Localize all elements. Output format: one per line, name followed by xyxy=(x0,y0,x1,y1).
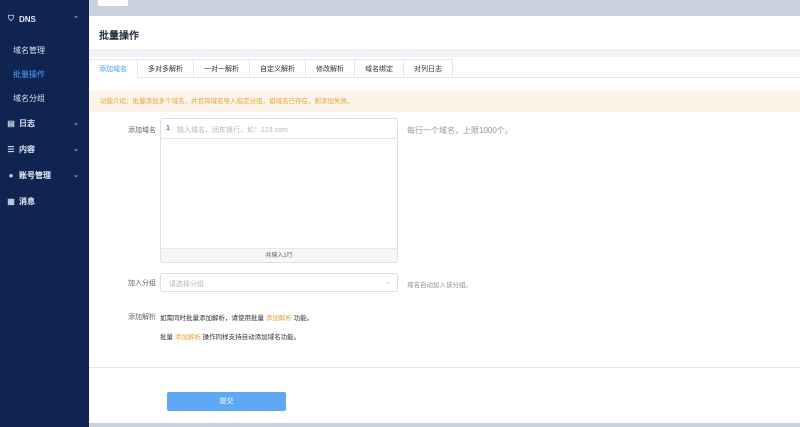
tab-bar: 添加域名 多对多解析 一对一解析 自定义解析 修改解析 域名绑定 对列日志 xyxy=(89,59,800,78)
domain-limit-hint: 每行一个域名，上限1000个。 xyxy=(407,126,513,135)
sidebar-item-domain-manage[interactable]: 域名管理 xyxy=(0,38,89,62)
list-icon: ☰ xyxy=(7,144,15,154)
submit-button[interactable]: 提交 xyxy=(167,392,286,411)
sidebar-group-message[interactable]: ▦ 消息 xyxy=(0,188,89,214)
sidebar-group-label: 消息 xyxy=(19,196,35,206)
bottom-strip xyxy=(89,423,800,427)
chevron-down-icon: ⌄ xyxy=(73,172,79,179)
chevron-down-icon: ⌄ xyxy=(385,279,391,286)
top-tab-stub xyxy=(98,0,128,6)
domain-textarea[interactable]: 1 输入域名，回车换行，如：123.com 共输入1行 xyxy=(160,118,398,263)
chevron-down-icon: ⌄ xyxy=(73,120,79,127)
group-select[interactable]: 请选择分组 ⌄ xyxy=(160,273,398,292)
main-panel: 批量操作 添加域名 多对多解析 一对一解析 自定义解析 修改解析 域名绑定 对列… xyxy=(89,16,800,427)
message-icon: ▦ xyxy=(7,196,15,206)
line-count: 共输入1行 xyxy=(161,248,397,262)
sidebar-group-label: DNS xyxy=(19,14,36,24)
sidebar-group-label: 账号管理 xyxy=(19,170,51,180)
add-resolve-link[interactable]: 添加解析 xyxy=(175,334,201,341)
info-text: 操作同样支持自动添加域名功能。 xyxy=(202,334,301,341)
add-resolve-label: 添加解析 xyxy=(128,314,156,321)
user-icon: ● xyxy=(8,170,14,180)
sidebar-group-label: 日志 xyxy=(19,118,35,128)
sidebar-group-log[interactable]: ▤ 日志 ⌄ xyxy=(0,110,89,136)
sidebar-group-content[interactable]: ☰ 内容 ⌄ xyxy=(0,136,89,162)
chevron-down-icon: ⌄ xyxy=(73,146,79,153)
select-placeholder: 请选择分组 xyxy=(169,281,204,288)
add-domain-label: 添加域名 xyxy=(128,127,156,134)
textarea-first-line: 1 输入域名，回车换行，如：123.com xyxy=(161,119,397,139)
info-text: 批量 xyxy=(160,334,173,341)
sidebar-group-dns[interactable]: ⛉ DNS ⌃ xyxy=(0,6,89,32)
resolve-info-line-2: 批量 添加解析 操作同样支持自动添加域名功能。 xyxy=(160,331,300,341)
sidebar-group-label: 内容 xyxy=(19,144,35,154)
sidebar-item-label: 批量操作 xyxy=(13,69,45,79)
top-strip xyxy=(89,0,800,16)
tab-custom-resolve[interactable]: 自定义解析 xyxy=(250,59,306,78)
sidebar-item-domain-group[interactable]: 域名分组 xyxy=(0,86,89,110)
sidebar-item-label: 域名分组 xyxy=(13,93,45,103)
info-text: 功能。 xyxy=(293,315,314,322)
divider xyxy=(89,49,800,57)
info-text: 如需同时批量添加解析，请使用批量 xyxy=(160,315,264,322)
divider xyxy=(89,367,800,368)
tab-one-to-one[interactable]: 一对一解析 xyxy=(194,59,250,78)
add-resolve-link[interactable]: 添加解析 xyxy=(266,315,292,322)
notice-banner: 功能介绍：批量添加多个域名，并且将域名导入指定分组，如域名已存在，则添加失败。 xyxy=(89,91,800,112)
textarea-placeholder: 输入域名，回车换行，如：123.com xyxy=(177,127,288,134)
tab-many-to-many[interactable]: 多对多解析 xyxy=(138,59,194,78)
group-label: 加入分组 xyxy=(128,280,156,287)
sidebar-item-batch-ops[interactable]: 批量操作 xyxy=(0,62,89,86)
resolve-info-line-1: 如需同时批量添加解析，请使用批量 添加解析 功能。 xyxy=(160,312,313,322)
shield-icon: ⛉ xyxy=(8,14,14,23)
chevron-up-icon: ⌃ xyxy=(73,16,79,23)
line-number: 1 xyxy=(166,125,170,132)
group-hint: 域名自动加入该分组。 xyxy=(407,282,472,289)
sidebar-item-label: 域名管理 xyxy=(13,45,45,55)
tab-modify-resolve[interactable]: 修改解析 xyxy=(306,59,355,78)
sidebar: ⛉ DNS ⌃ 域名管理 批量操作 域名分组 ▤ 日志 ⌄ ☰ 内容 ⌄ ● 账… xyxy=(0,0,89,427)
document-icon: ▤ xyxy=(7,118,15,128)
tab-domain-bind[interactable]: 域名绑定 xyxy=(355,59,404,78)
sidebar-group-account[interactable]: ● 账号管理 ⌄ xyxy=(0,162,89,188)
page-title: 批量操作 xyxy=(99,31,139,42)
tab-queue-log[interactable]: 对列日志 xyxy=(404,59,453,78)
tab-add-domain[interactable]: 添加域名 xyxy=(89,59,138,78)
